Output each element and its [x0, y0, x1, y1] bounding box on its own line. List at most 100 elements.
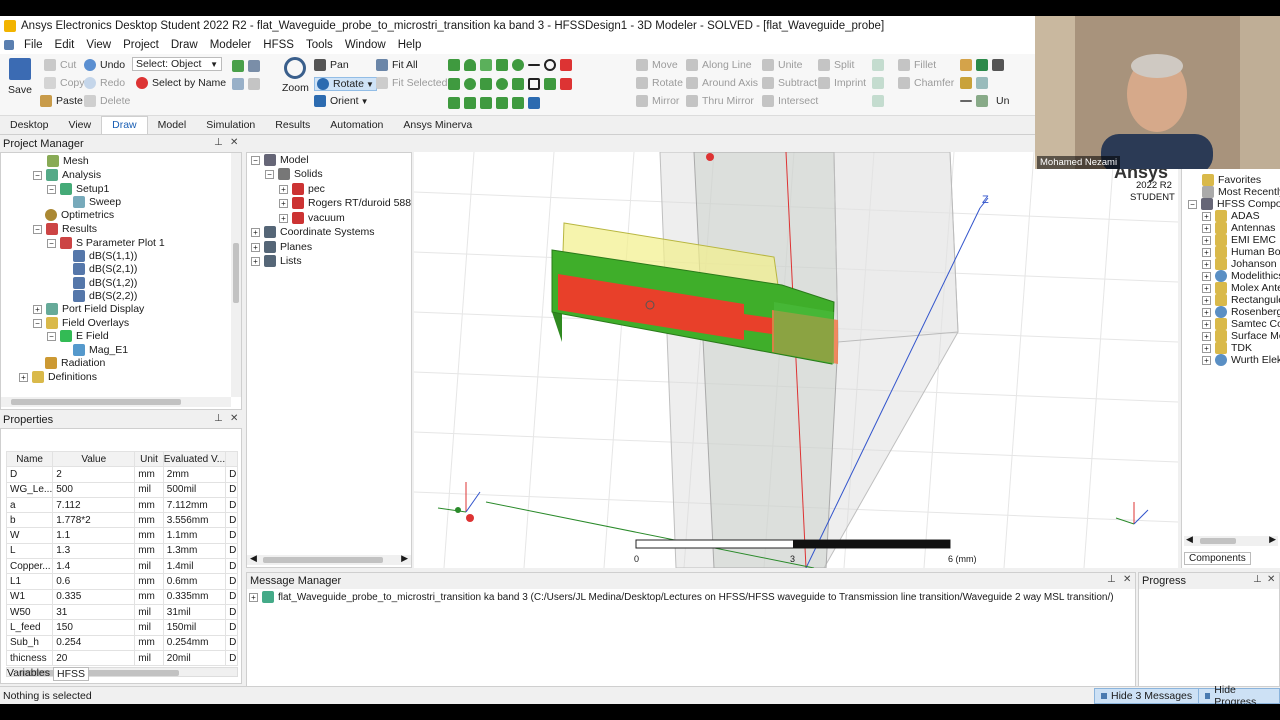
tree-item-trace[interactable]: dB(S(2,2)) — [73, 290, 137, 302]
tree-item-lists[interactable]: + Lists — [251, 255, 302, 267]
expand-icon[interactable]: + — [251, 256, 260, 266]
scroll-left-icon[interactable]: ◀ — [1186, 534, 1193, 545]
relative-cs-icon[interactable] — [976, 59, 988, 71]
spline-icon[interactable] — [544, 59, 556, 71]
model-canvas[interactable] — [414, 152, 1178, 568]
collapse-icon[interactable]: − — [47, 238, 56, 248]
component-folder[interactable]: + TDK — [1202, 342, 1252, 354]
table-row[interactable]: L 1.3 mm 1.3mm D — [5, 542, 238, 560]
delete-button[interactable]: Delete — [84, 95, 130, 107]
rotate-object-button[interactable]: Rotate — [636, 77, 683, 89]
cell-unit[interactable]: mm — [134, 466, 164, 483]
menu-tools[interactable]: Tools — [300, 39, 339, 51]
table-row[interactable]: W50 31 mil 31mil D — [5, 603, 238, 621]
expand-icon[interactable]: + — [19, 372, 28, 382]
tab-components[interactable]: Components — [1184, 552, 1251, 565]
tab-view[interactable]: View — [59, 117, 102, 134]
tree-item-sweep[interactable]: Sweep — [73, 196, 121, 208]
tree-item-mag-e1[interactable]: Mag_E1 — [73, 344, 128, 356]
cell-value[interactable]: 0.254 — [52, 634, 136, 651]
tree-item-s-parameter-plot[interactable]: − S Parameter Plot 1 — [47, 237, 165, 249]
intersect-button[interactable]: Intersect — [762, 95, 818, 107]
scroll-right-icon[interactable]: ▶ — [1269, 534, 1276, 545]
menu-edit[interactable]: Edit — [49, 39, 81, 51]
select-mode-dropdown[interactable]: Select: Object ▼ — [132, 57, 222, 71]
component-folder[interactable]: + Surface Mo — [1202, 330, 1280, 342]
tree-item-trace[interactable]: dB(S(1,2)) — [73, 277, 137, 289]
expand-icon[interactable]: + — [1202, 343, 1211, 353]
component-folder[interactable]: + Molex Ante — [1202, 282, 1280, 294]
table-row[interactable]: thicness 20 mil 20mil D — [5, 649, 238, 667]
orient-button[interactable]: Orient ▼ — [314, 95, 369, 107]
split-button[interactable]: Split — [818, 59, 854, 71]
expand-icon[interactable]: + — [1202, 355, 1211, 365]
subtract-button[interactable]: Subtract — [762, 77, 817, 89]
fit-selected-button[interactable]: Fit Selected — [376, 77, 447, 89]
component-folder[interactable]: + Modelithics — [1202, 270, 1280, 282]
polygon-icon[interactable] — [512, 78, 524, 90]
pin-icon[interactable]: ⊥ — [214, 137, 223, 148]
cell-value[interactable]: 1.1 — [52, 527, 136, 544]
component-hfss[interactable]: −HFSS Compon — [1188, 198, 1280, 210]
tree-item-pec[interactable]: + pec — [279, 183, 325, 195]
expand-icon[interactable]: + — [1202, 223, 1211, 233]
horizontal-scrollbar[interactable] — [1, 397, 231, 407]
cell-value[interactable]: 0.6 — [52, 573, 136, 590]
cut-button[interactable]: Cut — [44, 59, 76, 71]
component-folder[interactable]: + Samtec Co — [1202, 318, 1280, 330]
tree-item-field-overlays[interactable]: − Field Overlays — [33, 317, 129, 329]
tab-ansys-minerva[interactable]: Ansys Minerva — [393, 117, 482, 134]
tree-item-optimetrics[interactable]: Optimetrics — [45, 209, 114, 221]
tree-item-model[interactable]: − Model — [251, 154, 309, 166]
grid-tool-icon[interactable] — [976, 95, 988, 107]
cell-value[interactable]: 31 — [52, 603, 136, 621]
expand-icon[interactable]: + — [1202, 283, 1211, 293]
table-row[interactable]: b 1.778*2 mm 3.556mm D — [5, 512, 238, 529]
component-folder[interactable]: + Wurth Elekt — [1202, 354, 1280, 366]
close-icon[interactable]: ✕ — [230, 137, 238, 148]
expand-icon[interactable]: + — [1202, 295, 1211, 305]
cell-unit[interactable]: mm — [134, 496, 164, 514]
component-folder[interactable]: + Johanson — [1202, 258, 1277, 270]
horizontal-scrollbar[interactable]: ◀ ▶ — [1184, 534, 1278, 546]
tab-hfss[interactable]: HFSS — [53, 667, 90, 681]
fit-all-button[interactable]: Fit All — [376, 59, 418, 71]
helix-icon[interactable] — [448, 97, 460, 109]
table-row[interactable]: W 1.1 mm 1.1mm D — [5, 527, 238, 544]
cell-unit[interactable]: mil — [134, 481, 164, 498]
close-icon[interactable]: ✕ — [1267, 574, 1275, 585]
3d-modeler-viewport[interactable]: Ansys 2022 R2 STUDENT Z 0 3 6 (mm) — [414, 152, 1178, 568]
expand-icon[interactable]: + — [1202, 235, 1211, 245]
sweep-icon[interactable] — [872, 95, 884, 107]
component-folder[interactable]: + Rosenberg — [1202, 306, 1280, 318]
collapse-icon[interactable]: − — [251, 155, 260, 165]
undo-button[interactable]: Undo — [84, 59, 125, 71]
tree-item-vacuum[interactable]: + vacuum — [279, 212, 345, 224]
cell-value[interactable]: 150 — [52, 619, 136, 636]
hide-progress-button[interactable]: Hide Progress — [1198, 684, 1280, 704]
collapse-icon[interactable]: − — [33, 318, 42, 328]
expand-icon[interactable]: + — [251, 242, 260, 252]
tree-item-setup1[interactable]: − Setup1 — [47, 183, 109, 195]
component-favorites[interactable]: Favorites — [1202, 174, 1261, 186]
close-icon[interactable]: ✕ — [230, 413, 238, 424]
scroll-left-icon[interactable]: ◀ — [250, 553, 257, 564]
collapse-icon[interactable]: − — [47, 331, 56, 341]
tab-automation[interactable]: Automation — [320, 117, 393, 134]
cell-unit[interactable]: mm — [134, 573, 164, 590]
thru-mirror-button[interactable]: Thru Mirror — [686, 95, 754, 107]
zoom-button[interactable]: Zoom — [282, 57, 309, 94]
face-cs-icon[interactable] — [976, 77, 988, 89]
expand-icon[interactable]: + — [1202, 247, 1211, 257]
sheet-icon[interactable] — [872, 59, 884, 71]
close-icon[interactable]: ✕ — [1123, 574, 1131, 585]
table-row[interactable]: D 2 mm 2mm D — [5, 466, 238, 483]
tab-variables[interactable]: Variables — [4, 667, 53, 681]
expand-icon[interactable]: + — [279, 198, 288, 208]
menu-draw[interactable]: Draw — [165, 39, 204, 51]
table-row[interactable]: W1 0.335 mm 0.335mm D — [5, 588, 238, 605]
hide-messages-button[interactable]: Hide 3 Messages — [1094, 688, 1200, 704]
cell-value[interactable]: 1.778*2 — [52, 512, 136, 529]
point-icon[interactable] — [544, 78, 556, 90]
rectangle-icon[interactable] — [496, 59, 508, 71]
